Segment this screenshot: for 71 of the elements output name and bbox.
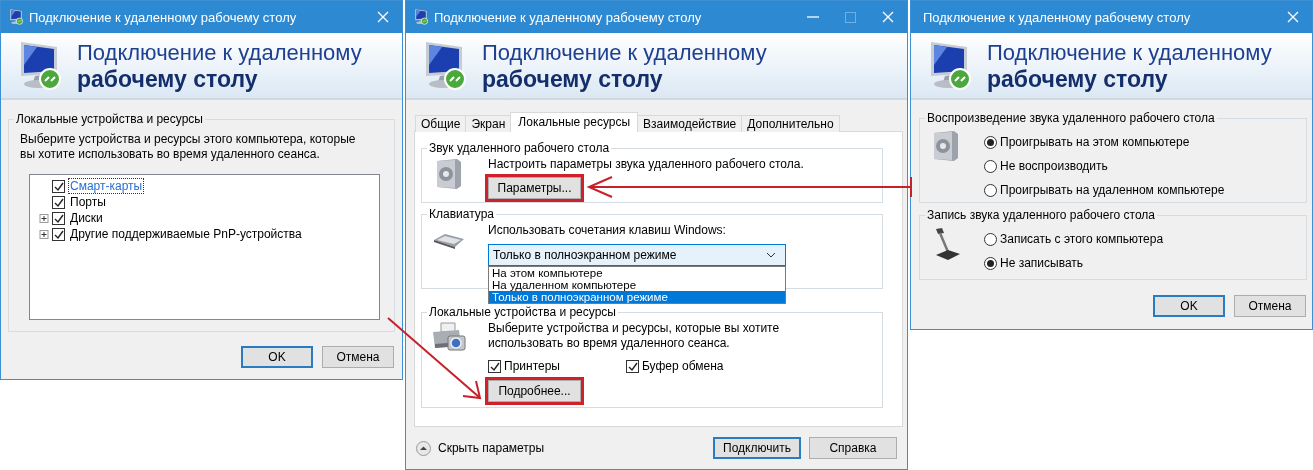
chevron-up-icon — [416, 440, 431, 456]
description-text: Выберите устройства и ресурсы этого компьютера, которые вы хотите использовать во время удаленного сеанса. — [20, 132, 357, 162]
section-text: Выберите устройства и ресурсы, которые вы хотите использовать во время удаленного сеанса. — [488, 321, 781, 351]
window-title: Подключение к удаленному рабочему столу — [434, 9, 703, 25]
tree-item-label[interactable]: Другие поддерживаемые PnP-устройства — [68, 226, 304, 242]
group-label: Локальные устройства и ресурсы — [15, 112, 204, 126]
tab[interactable]: Локальные ресурсы — [510, 112, 639, 132]
banner-title: рабочему столу — [987, 65, 1169, 93]
dialog-button[interactable]: OK — [1153, 295, 1225, 317]
dropdown-option[interactable]: Только в полноэкранном режиме — [489, 291, 785, 303]
checkbox-label[interactable]: Принтеры — [504, 359, 560, 373]
dialog-button[interactable]: Отмена — [1234, 295, 1306, 317]
checkbox-label[interactable]: Буфер обмена — [642, 359, 724, 373]
group-label: Запись звука удаленного рабочего стола — [926, 208, 1156, 222]
window-title: Подключение к удаленному рабочему столу — [29, 9, 298, 25]
radio-button[interactable] — [984, 232, 997, 246]
dialog-button[interactable]: Подключить — [713, 437, 801, 459]
computer-icon — [8, 9, 24, 25]
window-title: Подключение к удаленному рабочему столу — [923, 9, 1192, 25]
dropdown-option[interactable]: На этом компьютере — [489, 267, 785, 279]
keyboard-icon — [433, 233, 465, 249]
radio-button[interactable] — [984, 159, 997, 173]
dropdown-option[interactable]: На удаленном компьютере — [489, 279, 785, 291]
computer-icon — [413, 9, 429, 25]
close-icon[interactable] — [377, 11, 389, 23]
radio-button[interactable] — [984, 183, 997, 197]
group-label: Клавиатура — [428, 207, 495, 221]
radio-label[interactable]: Проигрывать на удаленном компьютере — [1000, 183, 1225, 197]
checkbox[interactable] — [52, 179, 65, 193]
radio-label[interactable]: Проигрывать на этом компьютере — [1000, 135, 1190, 149]
dialog-button[interactable]: Справка — [809, 437, 897, 459]
dialog-button[interactable]: Подробнее... — [488, 380, 581, 402]
tab[interactable]: Взаимодействие — [637, 115, 743, 132]
banner-title: рабочему столу — [77, 65, 259, 93]
banner-title: Подключение к удаленному — [77, 38, 362, 66]
checkbox[interactable] — [626, 359, 639, 373]
dialog-button[interactable]: OK — [241, 346, 313, 368]
checkbox[interactable] — [52, 227, 65, 241]
dialog-button[interactable]: Отмена — [322, 346, 394, 368]
tree-item-label[interactable]: Диски — [68, 210, 105, 226]
speaker-icon — [932, 130, 960, 162]
section-text: Использовать сочетания клавиш Windows: — [488, 223, 726, 238]
dialog-button[interactable]: Параметры... — [488, 177, 581, 199]
checkbox[interactable] — [52, 195, 65, 209]
tab[interactable]: Общие — [415, 115, 467, 132]
radio-label[interactable]: Не воспроизводить — [1000, 159, 1108, 173]
checkbox[interactable] — [52, 211, 65, 225]
group-label: Звук удаленного рабочего стола — [428, 141, 611, 155]
checkbox[interactable] — [488, 359, 501, 373]
close-icon[interactable] — [882, 11, 894, 23]
group-label: Локальные устройства и ресурсы — [428, 305, 617, 319]
dropdown[interactable]: Только в полноэкранном режиме — [488, 244, 786, 266]
chevron-down-icon — [766, 252, 776, 258]
banner-title: рабочему столу — [482, 65, 664, 93]
banner-title: Подключение к удаленному — [482, 38, 767, 66]
radio-button[interactable] — [984, 135, 997, 149]
tab[interactable]: Дополнительно — [741, 115, 840, 132]
section-text: Настроить параметры звука удаленного рабочего стола. — [488, 157, 804, 172]
expand-icon[interactable] — [39, 229, 49, 239]
speaker-icon — [435, 158, 463, 190]
tree-item-label[interactable]: Смарт-карты — [68, 178, 145, 194]
banner-title: Подключение к удаленному — [987, 38, 1272, 66]
radio-label[interactable]: Записать с этого компьютера — [1000, 232, 1164, 246]
radio-button[interactable] — [984, 256, 997, 270]
close-icon[interactable] — [1287, 11, 1299, 23]
group-label: Воспроизведение звука удаленного рабочего стола — [926, 111, 1216, 125]
toggle-button[interactable]: Скрыть параметры — [414, 439, 545, 457]
radio-label[interactable]: Не записывать — [1000, 256, 1084, 270]
tab[interactable]: Экран — [465, 115, 512, 132]
expand-icon[interactable] — [39, 213, 49, 223]
tree-item-label[interactable]: Порты — [68, 194, 108, 210]
